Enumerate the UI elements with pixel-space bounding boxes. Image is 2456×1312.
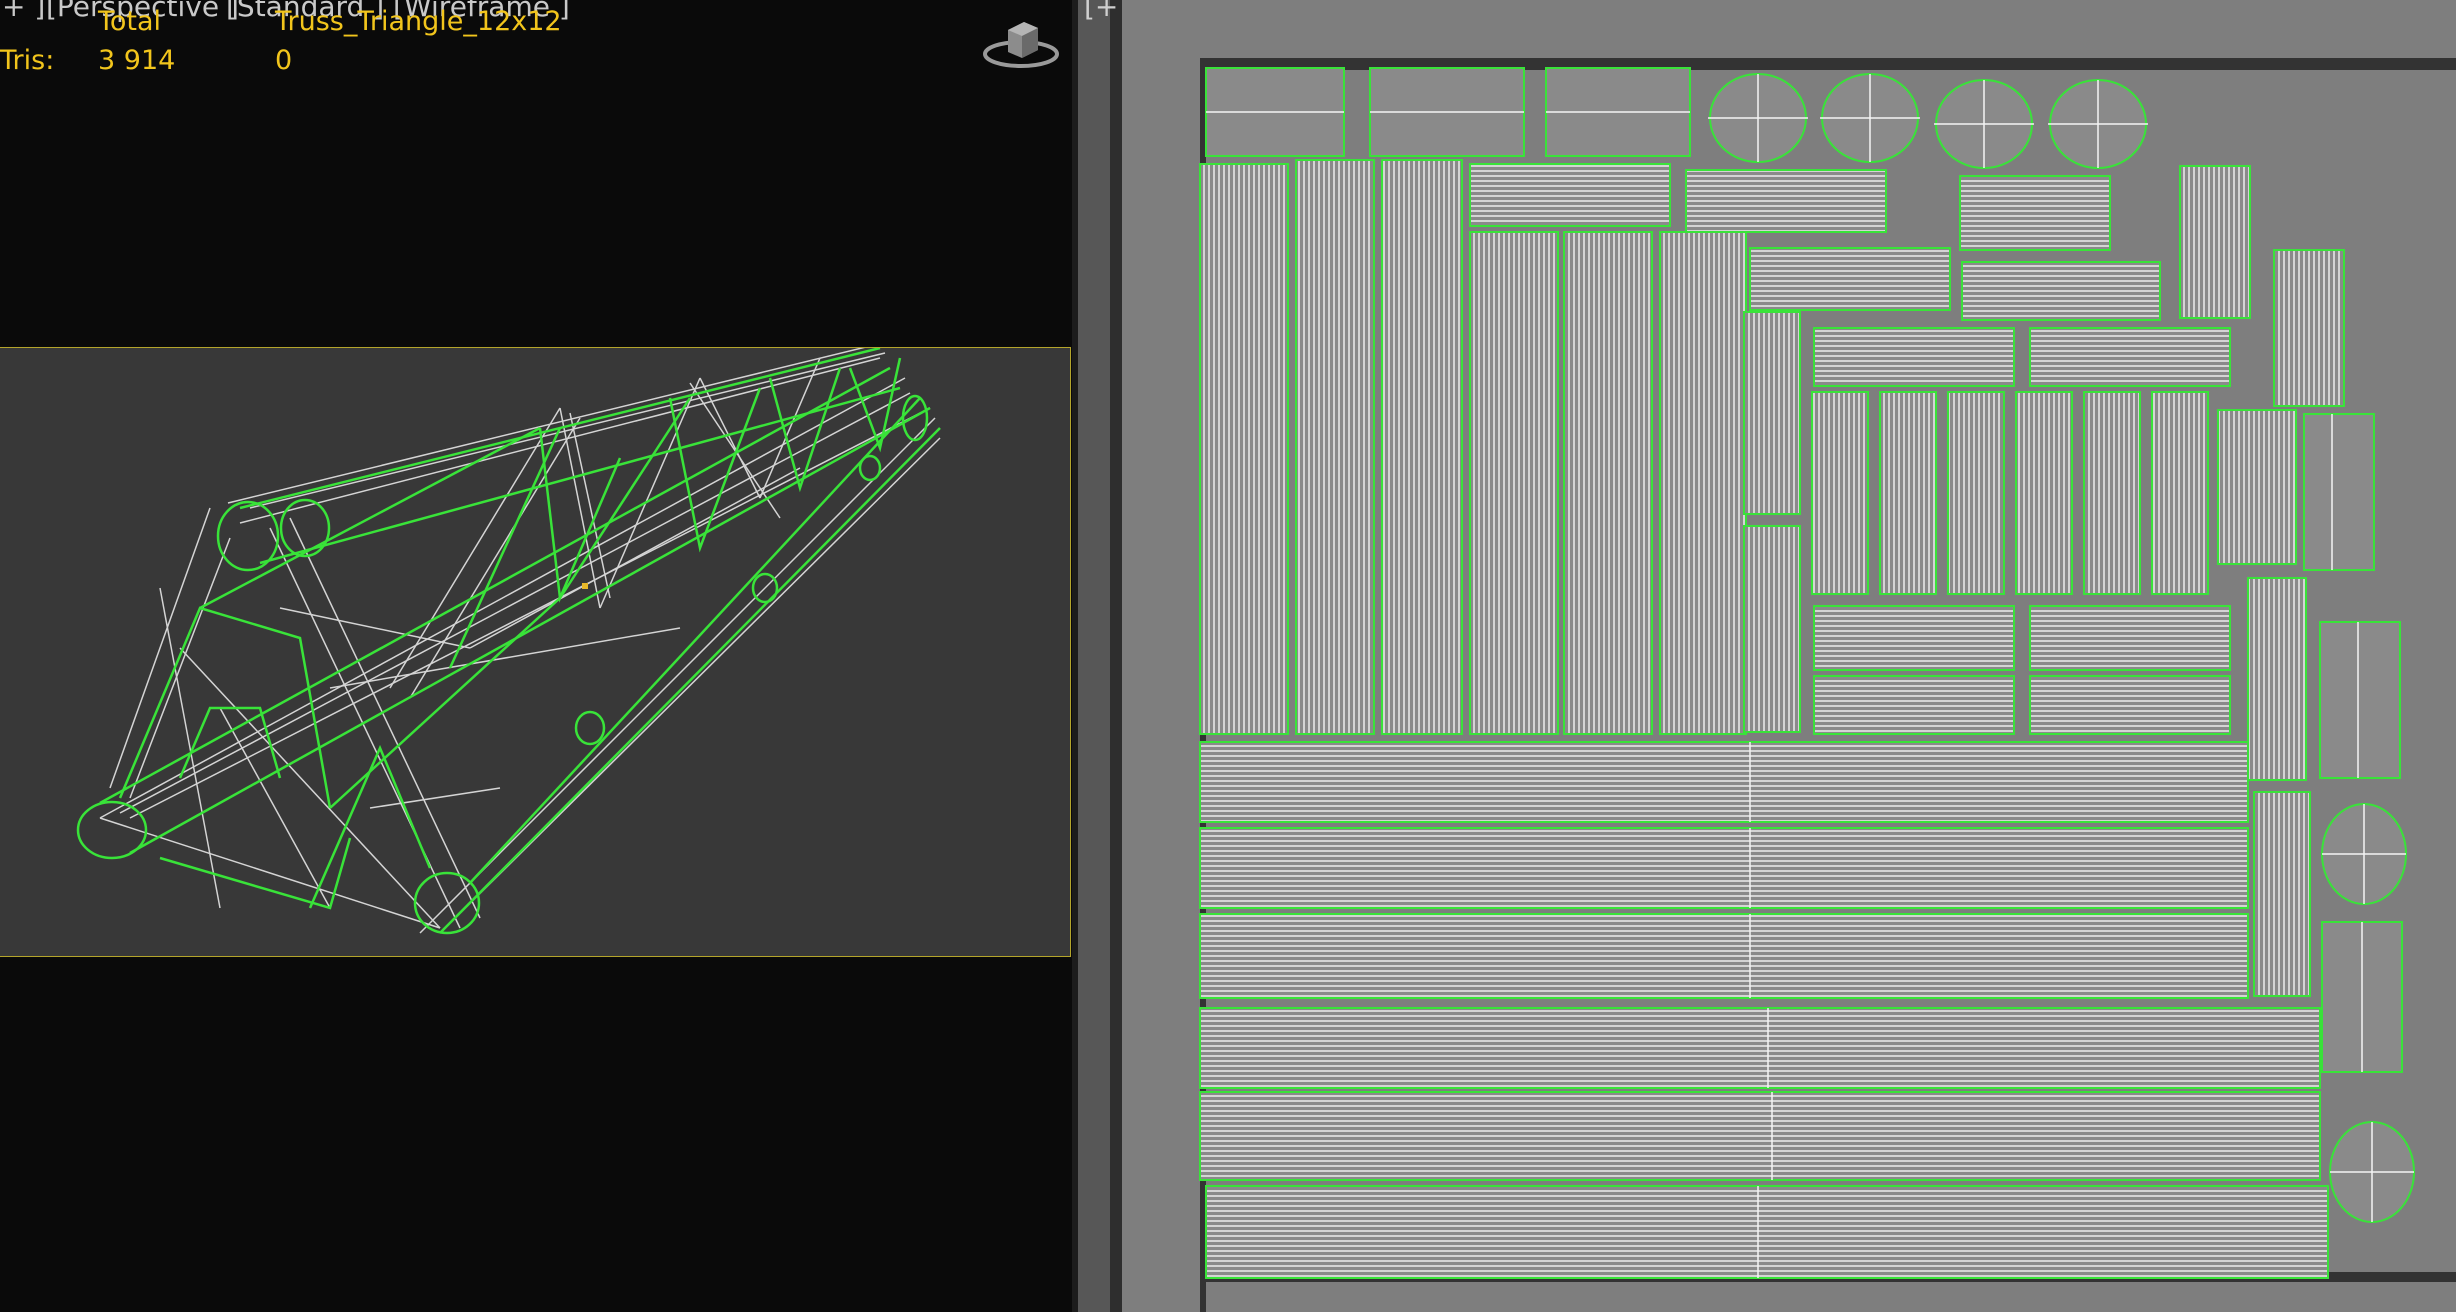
viewcube-icon[interactable] xyxy=(980,14,1062,74)
stats-tris-total: 3 914 xyxy=(98,45,176,76)
viewport-menu-label[interactable]: + ] xyxy=(2,0,45,23)
uv-viewport-menu-label[interactable]: [+ xyxy=(1084,0,1118,23)
safe-frame xyxy=(0,347,1071,957)
stats-tris-object: 0 xyxy=(275,45,293,76)
stats-total-header: Total xyxy=(98,6,162,37)
stats-object-header: Truss_Triangle_12x12 xyxy=(275,6,562,37)
perspective-viewport[interactable]: + ] [Perspective ] [Standard ] [Wirefram… xyxy=(0,0,1072,1312)
uv-layout-canvas[interactable] xyxy=(1078,0,2456,1312)
uv-viewport[interactable]: [+ xyxy=(1078,0,2456,1312)
pivot-marker xyxy=(582,583,588,589)
stats-tris-label: Tris: xyxy=(0,45,55,76)
truss-wireframe-model[interactable] xyxy=(0,348,1071,958)
